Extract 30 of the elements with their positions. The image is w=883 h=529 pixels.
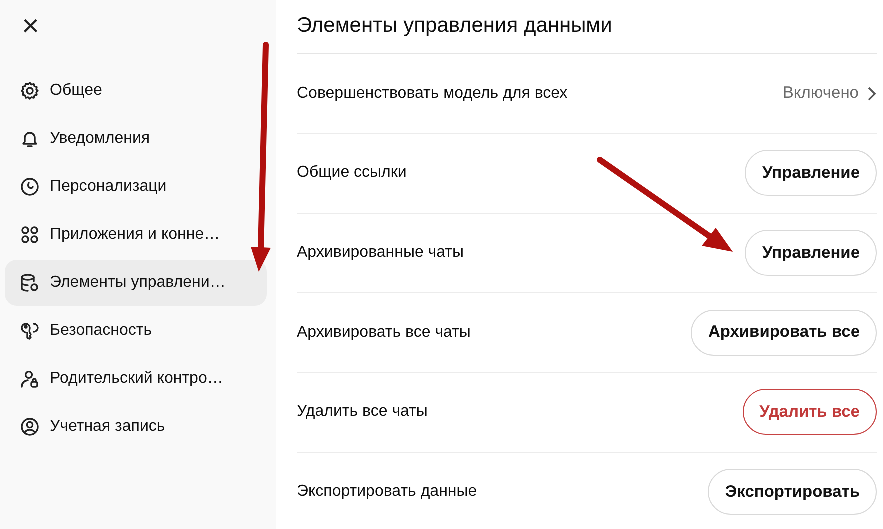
setting-label: Общие ссылки [297, 163, 407, 184]
gear-icon [20, 81, 40, 101]
action-button[interactable]: Экспортировать [708, 469, 877, 516]
chevron-right-icon [867, 86, 877, 102]
setting-label: Экспортировать данные [297, 482, 478, 502]
person-icon [20, 369, 40, 389]
sidebar-item[interactable]: Персонализаци [5, 164, 267, 210]
sidebar-item[interactable]: Безопасность [5, 308, 267, 354]
sidebar-item[interactable]: Элементы управлени… [5, 260, 267, 306]
sidebar-item[interactable]: Приложения и конне… [5, 212, 267, 258]
close-button[interactable]: × [5, 12, 40, 42]
setting-value-link[interactable]: Включено [782, 81, 877, 106]
bell-icon [20, 129, 40, 149]
setting-label: Удалить все чаты [297, 402, 428, 422]
account-icon [20, 417, 40, 437]
section-title: Элементы управления данными [297, 10, 877, 54]
sidebar-item[interactable]: Общее [5, 68, 267, 114]
action-button[interactable]: Архивировать все [691, 310, 877, 356]
database-icon [20, 273, 40, 293]
sidebar-item[interactable]: Родительский контро… [5, 356, 267, 402]
setting-label: Архивировать все чаты [297, 322, 471, 343]
sidebar-item[interactable]: Учетная запись [5, 404, 267, 450]
setting-label: Архивированные чаты [297, 242, 464, 263]
action-button[interactable]: Управление [745, 150, 877, 196]
sidebar-item[interactable]: Уведомления [5, 116, 267, 162]
setting-label: Совершенствовать модель для всех [297, 84, 568, 104]
action-button[interactable]: Управление [745, 230, 877, 276]
key-icon [20, 321, 40, 341]
apps-icon [20, 225, 40, 245]
delete-button[interactable]: Удалить все [742, 389, 877, 436]
